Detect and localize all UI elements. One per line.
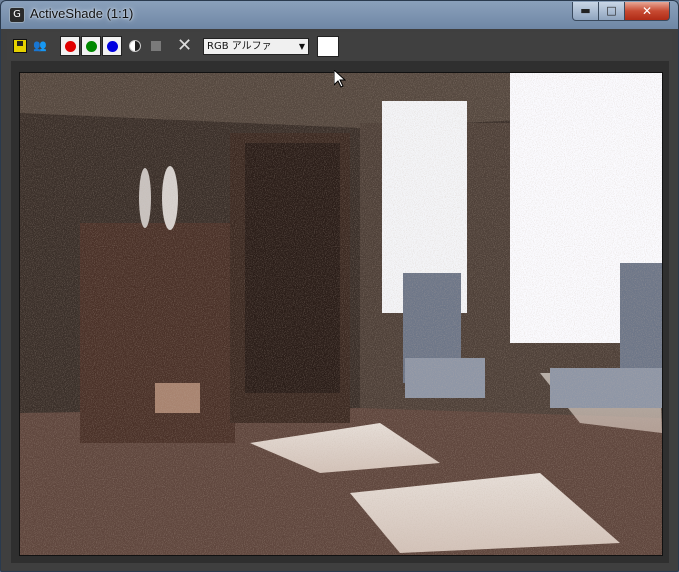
green-dot-icon [86,41,97,52]
display-channel-select[interactable]: RGB アルファ ▼ [203,38,309,55]
render-image [20,73,662,555]
display-channel-value: RGB アルファ [207,41,272,52]
monochrome-toggle-icon[interactable] [129,40,141,52]
save-image-icon[interactable] [13,39,27,53]
close-button[interactable]: ✕ [624,2,670,21]
render-viewport[interactable] [19,72,663,556]
color-swatch[interactable] [317,36,339,57]
red-dot-icon [65,41,76,52]
blue-channel-toggle[interactable] [102,36,122,56]
chevron-down-icon: ▼ [298,42,305,51]
red-channel-toggle[interactable] [60,36,80,56]
window-title: ActiveShade (1:1) [30,6,134,21]
activeshade-window: G ActiveShade (1:1) ▬ □ ✕ 👥 ✕ RGB アルファ ▼ [0,0,679,572]
blue-dot-icon [107,41,118,52]
maximize-button[interactable]: □ [598,2,625,21]
app-icon[interactable]: G [9,7,25,23]
clone-window-icon[interactable]: 👥 [33,39,47,53]
minimize-button[interactable]: ▬ [572,2,599,21]
green-channel-toggle[interactable] [81,36,101,56]
clear-icon[interactable] [151,41,161,51]
toolbar: 👥 ✕ RGB アルファ ▼ [7,32,672,60]
close-x-icon[interactable]: ✕ [177,36,195,56]
title-bar[interactable]: G ActiveShade (1:1) ▬ □ ✕ [1,1,678,29]
mouse-cursor-icon [334,70,346,88]
